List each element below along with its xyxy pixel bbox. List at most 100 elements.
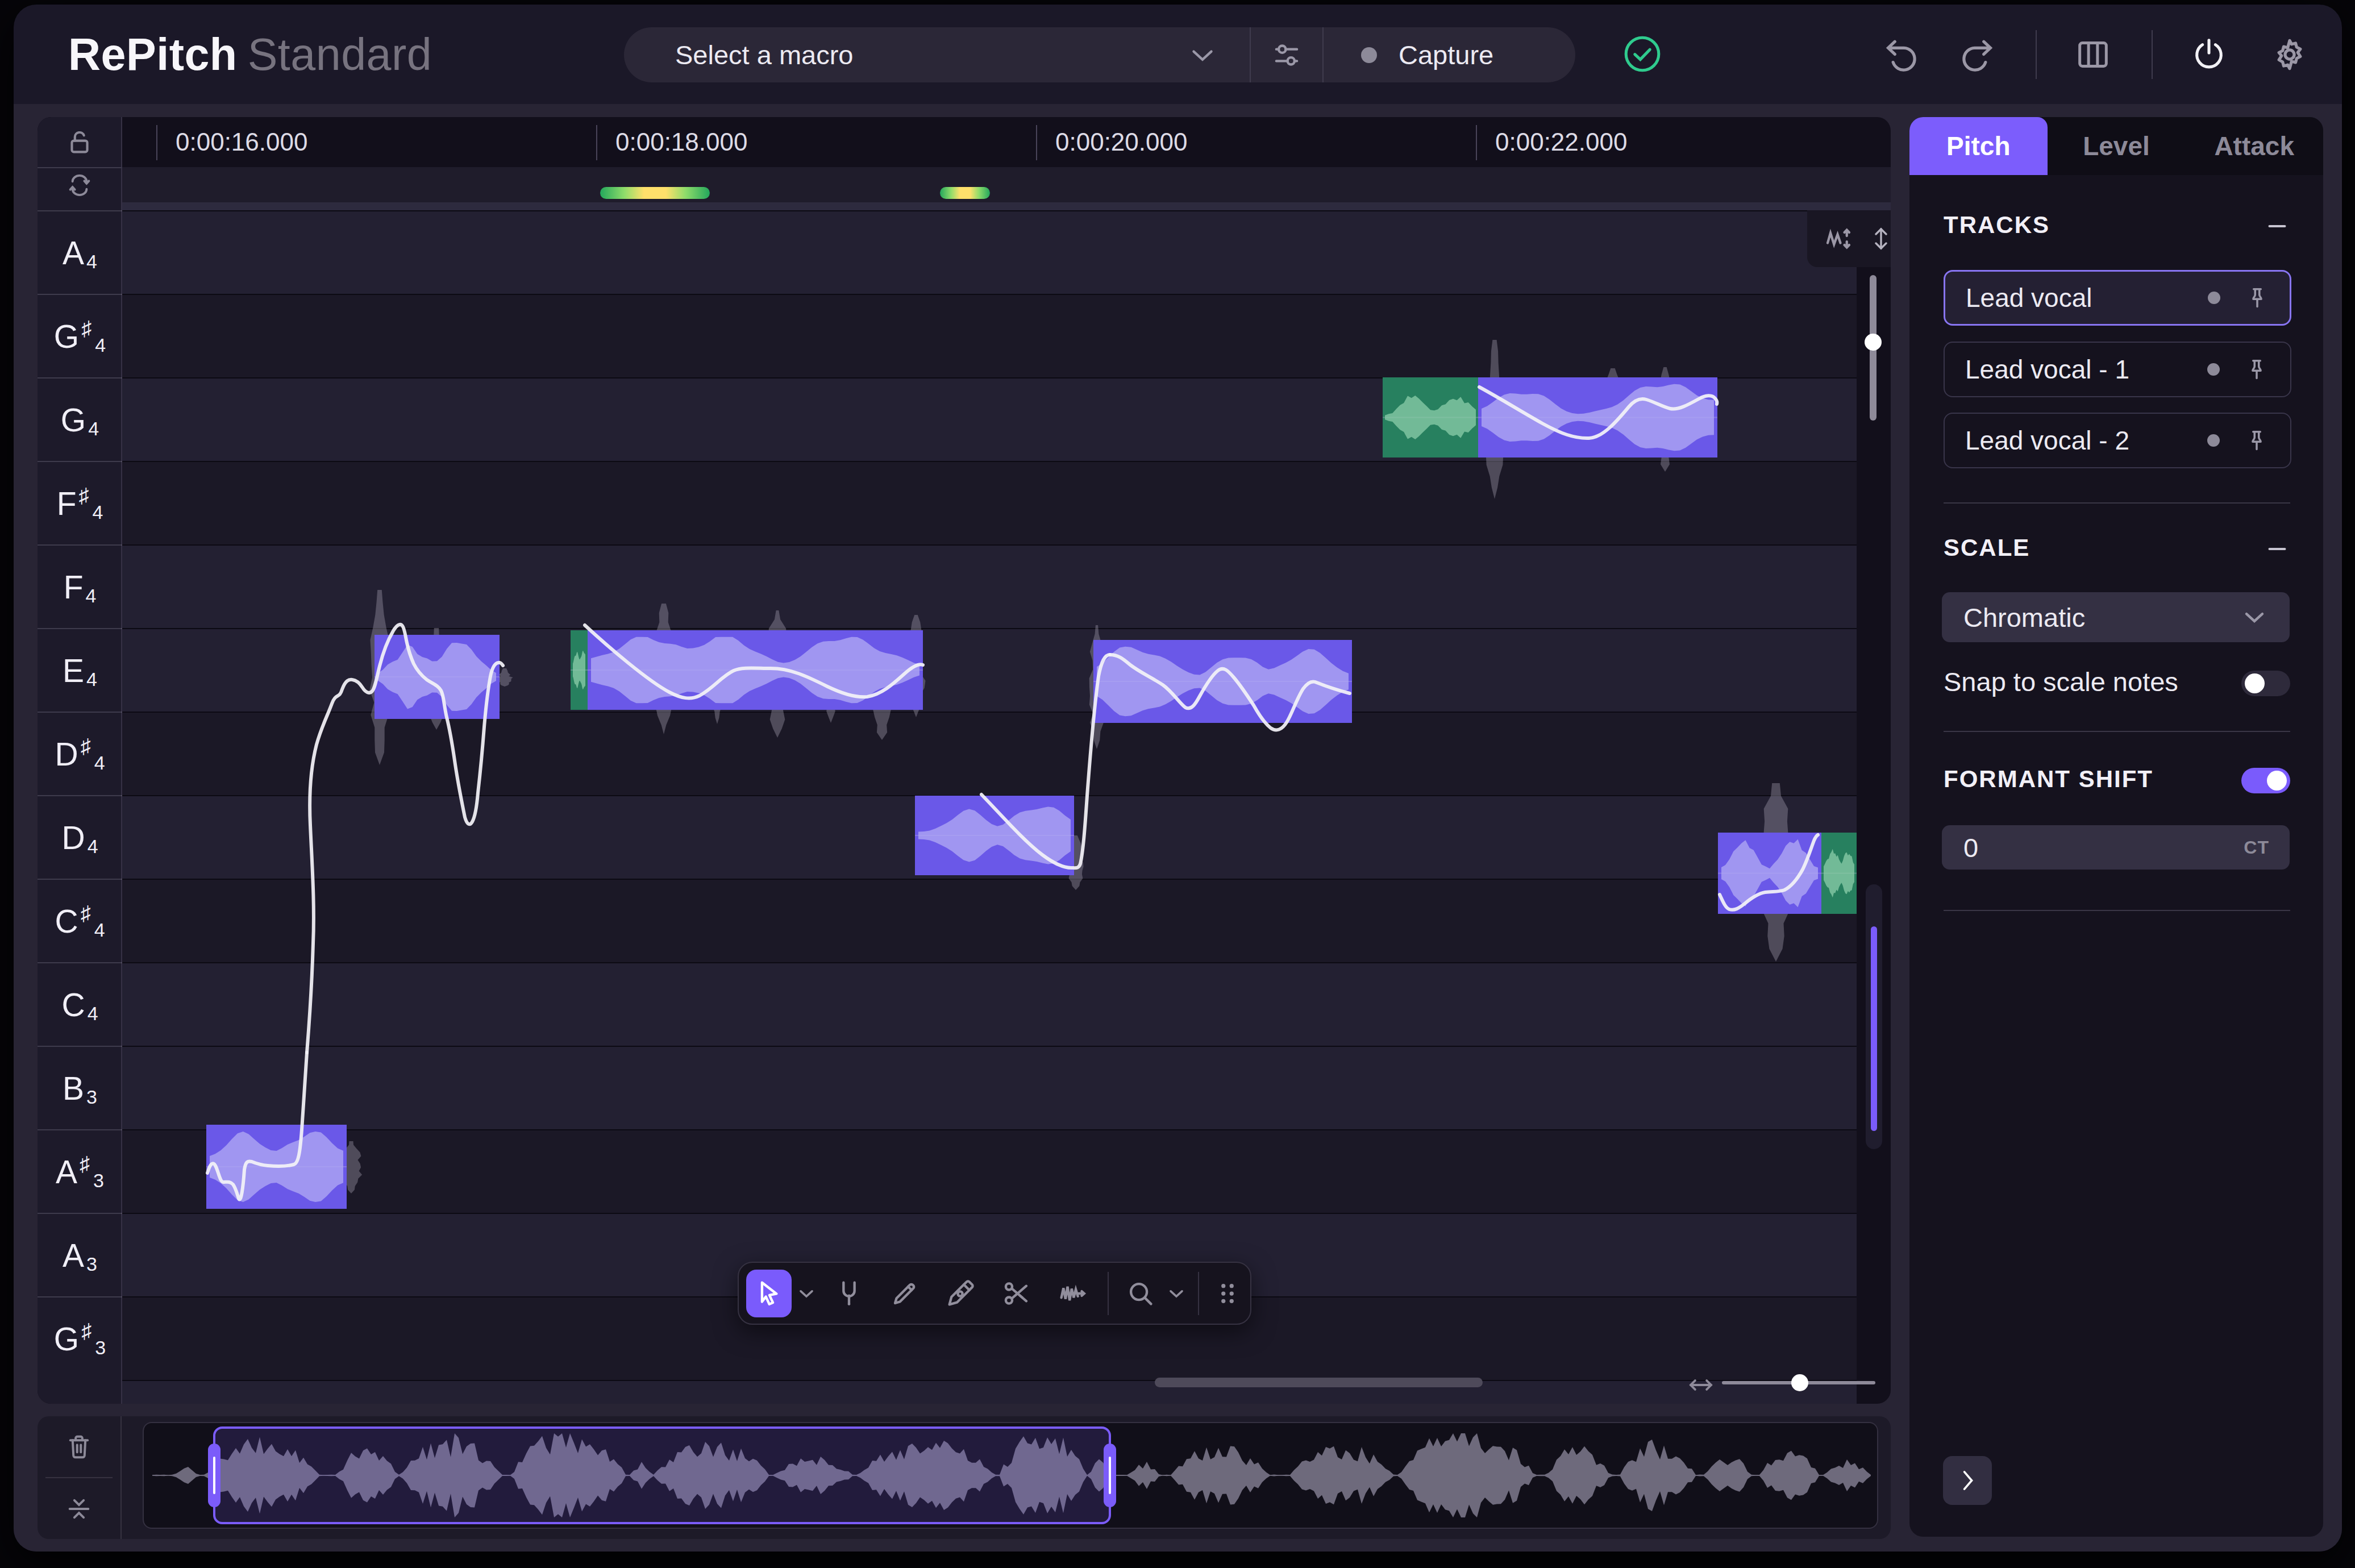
- note-block-g4[interactable]: [1383, 377, 1717, 457]
- track-active-dot[interactable]: [2207, 434, 2220, 447]
- octave-number: 4: [86, 668, 97, 691]
- vertical-zoom-slider-knob[interactable]: [1865, 334, 1882, 351]
- note-name: D: [55, 735, 78, 773]
- note-blocks-layer[interactable]: [122, 202, 1891, 1404]
- tracks-collapse-button[interactable]: [2264, 213, 2290, 242]
- layout-columns-button[interactable]: [2071, 33, 2115, 76]
- formant-shift-toggle[interactable]: [2241, 768, 2290, 793]
- formant-shift-title: FORMANT SHIFT: [1944, 766, 2153, 793]
- chevron-down-icon: [1185, 38, 1220, 73]
- tool-cursor[interactable]: [746, 1270, 792, 1317]
- pin-icon[interactable]: [2242, 356, 2271, 390]
- ruler-time-label: 0:00:22.000: [1495, 117, 1627, 167]
- scale-select-value: Chromatic: [1963, 602, 2085, 633]
- overview-actions: [38, 1416, 120, 1539]
- piano-key-label: D♯4: [38, 712, 122, 795]
- overview-selection[interactable]: [214, 1428, 1110, 1523]
- brand-name: RePitch: [68, 28, 238, 81]
- snap-to-scale-toggle[interactable]: [2241, 671, 2290, 696]
- octave-number: 4: [88, 1003, 98, 1025]
- note-name: G: [54, 1320, 79, 1358]
- note-name: D: [61, 819, 85, 856]
- undo-icon: [1880, 34, 1923, 76]
- horizontal-scrollbar[interactable]: [1155, 1378, 1483, 1387]
- tools-toolbar: [738, 1262, 1251, 1325]
- gear-icon: [2269, 34, 2311, 76]
- track-active-dot[interactable]: [2208, 292, 2220, 304]
- capture-button[interactable]: Capture: [1324, 39, 1575, 70]
- sharp-sign: ♯: [81, 1319, 91, 1343]
- overview-waveform: [144, 1423, 1877, 1528]
- track-name: Lead vocal - 2: [1965, 425, 2129, 456]
- tool-drag-handle[interactable]: [1205, 1270, 1250, 1317]
- piano-key-label: C♯4: [38, 879, 122, 962]
- tool-scissors[interactable]: [994, 1270, 1039, 1317]
- time-ruler[interactable]: 0:00:16.0000:00:18.0000:00:20.0000:00:22…: [122, 117, 1891, 167]
- note-name: E: [63, 652, 84, 689]
- check-circle-icon: [1622, 34, 1663, 74]
- h-zoom-slider-knob[interactable]: [1791, 1374, 1808, 1391]
- piano-key-label: G♯3: [38, 1296, 122, 1380]
- track-item-selected[interactable]: Lead vocal: [1944, 270, 2291, 326]
- pin-icon[interactable]: [2242, 427, 2271, 461]
- piano-key-label: C4: [38, 962, 122, 1046]
- ruler-tick: [596, 125, 597, 160]
- h-zoom-arrows-icon: [1686, 1370, 1716, 1400]
- octave-number: 4: [85, 585, 96, 607]
- macro-settings-button[interactable]: [1251, 27, 1322, 82]
- scale-select[interactable]: Chromatic: [1942, 592, 2290, 642]
- loop-button[interactable]: [38, 167, 122, 202]
- collapse-strip-button[interactable]: [38, 1478, 120, 1539]
- vertical-scrollbar-thumb[interactable]: [1871, 926, 1877, 1131]
- expand-panel-button[interactable]: [1943, 1456, 1992, 1505]
- track-item[interactable]: Lead vocal - 2: [1944, 413, 2291, 468]
- repitch-window: RePitch Standard Select a macro Capture: [0, 0, 2355, 1568]
- arrows-updown-icon[interactable]: [1867, 225, 1891, 252]
- note-name: A: [63, 234, 84, 272]
- scale-collapse-button[interactable]: [2264, 536, 2290, 564]
- macro-select-label: Select a macro: [675, 39, 853, 70]
- tool-wave-split[interactable]: [1050, 1270, 1095, 1317]
- tool-magnifier[interactable]: [1118, 1270, 1163, 1317]
- note-block-e4[interactable]: [375, 635, 500, 719]
- track-active-dot[interactable]: [2207, 363, 2220, 376]
- sidebar-divider: [1944, 502, 2290, 504]
- undo-button[interactable]: [1880, 33, 1923, 76]
- tab-level[interactable]: Level: [2048, 117, 2186, 175]
- pin-icon[interactable]: [2243, 284, 2271, 319]
- tab-pitch[interactable]: Pitch: [1909, 117, 2048, 175]
- note-name: A: [56, 1153, 77, 1191]
- sidebar-tabs: PitchLevelAttack: [1909, 117, 2323, 175]
- macro-select[interactable]: Select a macro: [624, 38, 1250, 73]
- tool-select-chevron-icon[interactable]: [795, 1282, 818, 1305]
- wave-vzoom-icon[interactable]: [1822, 222, 1856, 256]
- redo-button[interactable]: [1955, 33, 1999, 76]
- macro-toolbar: Select a macro Capture: [624, 27, 1575, 82]
- status-check-button[interactable]: [1622, 34, 1663, 74]
- tool-pencil[interactable]: [882, 1270, 927, 1317]
- header-divider: [2036, 30, 2037, 79]
- power-button[interactable]: [2187, 33, 2231, 76]
- piano-key-label: A3: [38, 1213, 122, 1296]
- overview-waveform-container[interactable]: [143, 1422, 1878, 1529]
- lock-button[interactable]: [38, 117, 122, 167]
- magnifier-chevron-icon[interactable]: [1165, 1282, 1188, 1305]
- lock-open-icon: [63, 126, 96, 159]
- capture-label: Capture: [1399, 39, 1493, 70]
- note-name: F: [64, 568, 84, 606]
- delete-selection-button[interactable]: [38, 1416, 120, 1477]
- scale-chevron-icon: [2239, 601, 2270, 639]
- loop-bar[interactable]: [122, 167, 1891, 202]
- tab-attack[interactable]: Attack: [2185, 117, 2323, 175]
- tool-pen-nib[interactable]: [938, 1270, 983, 1317]
- piano-key-label: D4: [38, 795, 122, 879]
- ruler-tick: [1476, 125, 1477, 160]
- power-icon: [2188, 34, 2229, 75]
- track-item[interactable]: Lead vocal - 1: [1944, 342, 2291, 397]
- note-block-d4[interactable]: [1718, 833, 1857, 914]
- piano-key-label: F♯4: [38, 461, 122, 544]
- tool-tuning-fork[interactable]: [826, 1270, 871, 1317]
- selection-handle-grip: [213, 1457, 215, 1494]
- settings-button[interactable]: [2268, 33, 2311, 76]
- formant-shift-input[interactable]: 0CT: [1942, 825, 2290, 870]
